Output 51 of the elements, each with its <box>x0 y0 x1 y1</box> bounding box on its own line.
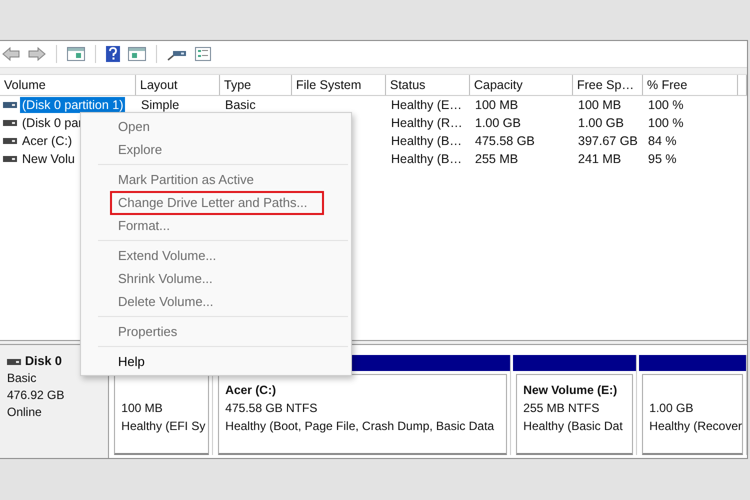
table-cell-text: Simple <box>140 97 180 114</box>
column-header[interactable]: Layout <box>136 75 220 95</box>
partition-size: 475.58 GB NTFS <box>225 400 318 417</box>
table-cell-text: Healthy (B… <box>390 151 463 168</box>
panel-icon[interactable] <box>67 47 85 61</box>
partition-status: Healthy (Basic Dat <box>523 418 624 435</box>
partition-status: Healthy (Boot, Page File, Crash Dump, Basic Data <box>225 418 496 435</box>
table-cell-text: 95 % <box>647 151 678 168</box>
table-cell-text: Healthy (B… <box>390 133 463 150</box>
partition-status: Healthy (Recover <box>649 418 742 435</box>
column-header[interactable]: Type <box>220 75 292 95</box>
column-header[interactable]: Status <box>386 75 470 95</box>
partition-name: Acer (C:) <box>225 382 277 399</box>
back-arrow-icon[interactable] <box>2 47 20 61</box>
column-header[interactable]: % Free <box>643 75 738 95</box>
volume-name[interactable]: (Disk 0 par <box>20 115 84 131</box>
help-icon[interactable] <box>106 46 120 62</box>
volume-name[interactable]: (Disk 0 partition 1) <box>20 97 126 113</box>
disk-type: Basic <box>7 370 38 387</box>
disk-size: 476.92 GB <box>7 387 66 404</box>
table-cell-text: Healthy (R… <box>390 115 464 132</box>
column-header[interactable]: Volume <box>0 75 136 95</box>
column-header[interactable]: File System <box>292 75 386 95</box>
column-header[interactable]: Capacity <box>470 75 573 95</box>
forward-arrow-icon[interactable] <box>28 47 46 61</box>
table-cell-text: 397.67 GB <box>577 133 639 150</box>
panel-icon[interactable] <box>128 47 146 61</box>
table-cell-text: 475.58 GB <box>474 133 536 150</box>
volume-name[interactable]: Acer (C:) <box>20 133 74 149</box>
table-cell-text: Healthy (E… <box>390 97 463 114</box>
partition-size: 100 MB <box>121 400 164 417</box>
table-cell-text: 100 % <box>647 115 684 132</box>
table-cell-text: 100 MB <box>577 97 622 114</box>
column-header[interactable]: Free Sp… <box>573 75 643 95</box>
partition-status: Healthy (EFI Sy <box>121 418 206 435</box>
properties-icon[interactable] <box>195 47 211 61</box>
partition-size: 1.00 GB <box>649 400 694 417</box>
partition-size: 255 MB NTFS <box>523 400 600 417</box>
disk-name: Disk 0 <box>25 353 62 370</box>
table-cell-text: Basic <box>224 97 257 114</box>
table-cell-text: 100 % <box>647 97 684 114</box>
disk-status: Online <box>7 404 43 421</box>
table-cell-text: 100 MB <box>474 97 520 114</box>
table-cell-text: 84 % <box>647 133 678 150</box>
table-cell-text: 1.00 GB <box>577 115 625 132</box>
table-cell-text: 255 MB <box>474 151 520 168</box>
table-cell-text: 1.00 GB <box>474 115 522 132</box>
table-cell-text: 241 MB <box>577 151 622 168</box>
volume-name[interactable]: New Volu <box>20 151 77 167</box>
disk-info-panel[interactable]: Disk 0 Basic 476.92 GB Online <box>0 345 110 458</box>
partition-name: New Volume (E:) <box>523 382 618 399</box>
